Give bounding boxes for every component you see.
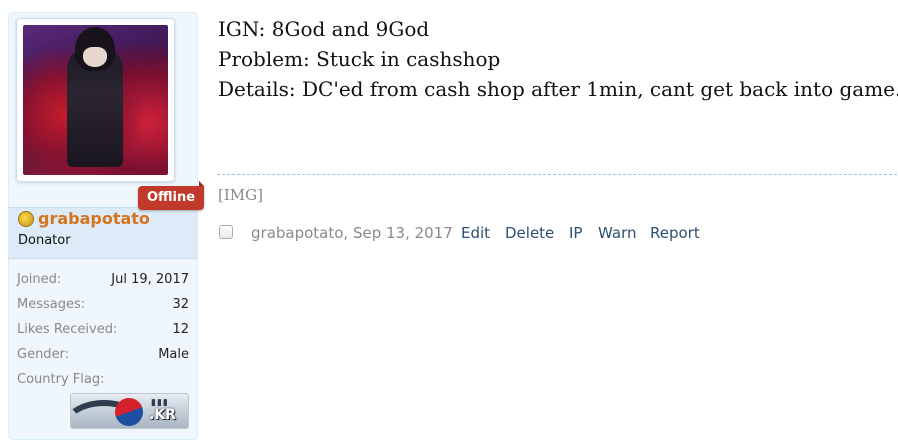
stat-value: Jul 19, 2017 bbox=[111, 272, 189, 287]
stat-likes: Likes Received: 12 bbox=[17, 322, 189, 340]
stat-messages: Messages: 32 bbox=[17, 297, 189, 315]
flag-label: .KR bbox=[149, 407, 176, 423]
stat-label: Joined: bbox=[17, 272, 62, 287]
post-line: Problem: Stuck in cashshop bbox=[218, 47, 501, 71]
user-title: Donator bbox=[18, 233, 71, 248]
post-line: IGN: 8God and 9God bbox=[218, 17, 430, 41]
warn-link[interactable]: Warn bbox=[598, 224, 636, 242]
post-line: Details: DC'ed from cash shop after 1min… bbox=[218, 77, 898, 101]
stat-country-flag: Country Flag: bbox=[17, 372, 189, 390]
status-badge: Offline bbox=[138, 181, 204, 210]
report-link[interactable]: Report bbox=[650, 224, 700, 242]
select-post-checkbox[interactable] bbox=[219, 225, 233, 239]
stat-value[interactable]: 32 bbox=[172, 297, 189, 312]
stat-label: Gender: bbox=[17, 347, 70, 362]
donor-coin-icon bbox=[18, 211, 34, 227]
signature-divider bbox=[217, 174, 897, 175]
post-author-date[interactable]: grabapotato, Sep 13, 2017 bbox=[251, 224, 453, 242]
stat-label: Likes Received: bbox=[17, 322, 118, 337]
avatar[interactable] bbox=[16, 18, 175, 182]
stat-joined: Joined: Jul 19, 2017 bbox=[17, 272, 189, 290]
ip-link[interactable]: IP bbox=[569, 224, 582, 242]
stat-gender: Gender: Male bbox=[17, 347, 189, 365]
stat-label: Country Flag: bbox=[17, 372, 105, 387]
delete-link[interactable]: Delete bbox=[505, 224, 554, 242]
stat-value: Male bbox=[158, 347, 189, 362]
post-message: IGN: 8God and 9God Problem: Stuck in cas… bbox=[218, 14, 898, 104]
username-link[interactable]: grabapotato bbox=[38, 209, 150, 228]
stat-value: 12 bbox=[172, 322, 189, 337]
signature-image: [IMG] bbox=[218, 186, 263, 204]
avatar-image bbox=[23, 25, 168, 175]
edit-link[interactable]: Edit bbox=[461, 224, 490, 242]
stat-label: Messages: bbox=[17, 297, 86, 312]
south-korea-flag-icon: ▮▮▮ .KR bbox=[70, 393, 189, 429]
